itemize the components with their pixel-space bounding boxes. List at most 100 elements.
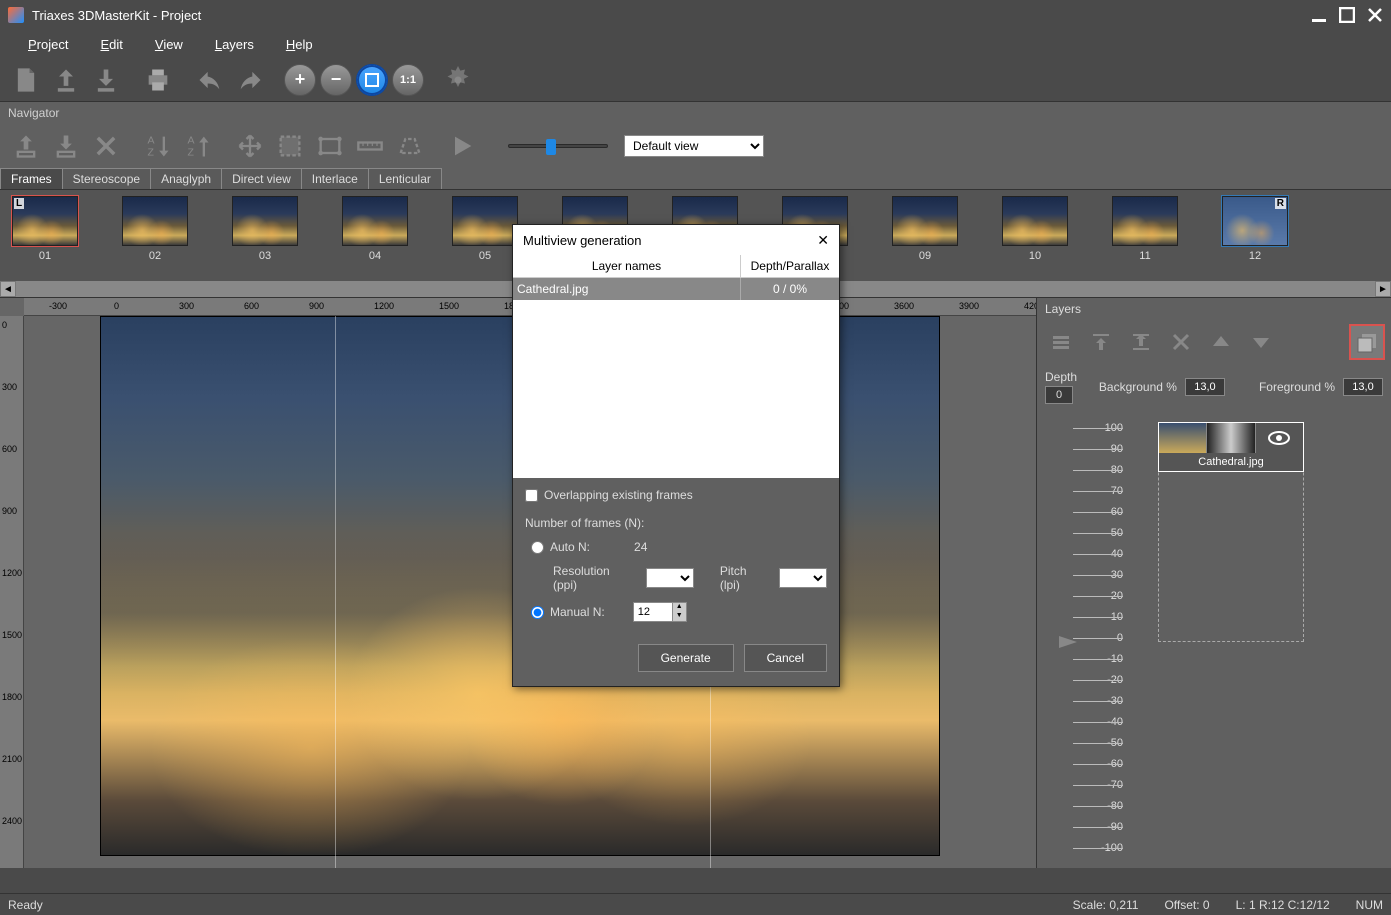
foreground-label: Foreground % (1259, 380, 1335, 394)
window-controls (1311, 7, 1383, 23)
frame-thumb[interactable]: 11 (1112, 196, 1178, 262)
depth-scale[interactable]: 1009080706050403020100-10-20-30-40-50-60… (1045, 422, 1115, 860)
thumb-label: 01 (39, 250, 51, 262)
play-button[interactable] (444, 128, 480, 164)
frame-thumb[interactable]: L01 (12, 196, 78, 262)
move-button[interactable] (232, 128, 268, 164)
status-ready: Ready (8, 898, 43, 912)
visibility-icon[interactable] (1256, 423, 1303, 453)
tab-direct-view[interactable]: Direct view (221, 168, 302, 189)
menu-edit[interactable]: Edit (84, 33, 138, 56)
thumb-label: 03 (259, 250, 271, 262)
layer-item[interactable]: Cathedral.jpg (1158, 422, 1304, 472)
manual-n-spinner[interactable]: ▲▼ (633, 602, 687, 622)
statusbar: Ready Scale: 0,211 Offset: 0 L: 1 R:12 C… (0, 893, 1391, 915)
frame-thumb[interactable]: 10 (1002, 196, 1068, 262)
close-button[interactable] (1367, 7, 1383, 23)
menu-project[interactable]: Project (12, 33, 84, 56)
perspective-button[interactable] (392, 128, 428, 164)
foreground-input[interactable] (1343, 378, 1383, 396)
undo-button[interactable] (192, 62, 228, 98)
scroll-right-button[interactable]: ► (1375, 281, 1391, 297)
dialog-table: Layer names Depth/Parallax Cathedral.jpg… (513, 255, 839, 478)
tab-lenticular[interactable]: Lenticular (368, 168, 442, 189)
scroll-left-button[interactable]: ◄ (0, 281, 16, 297)
menu-layers[interactable]: Layers (199, 33, 270, 56)
maximize-button[interactable] (1339, 7, 1355, 23)
export-down-button[interactable] (48, 128, 84, 164)
tab-frames[interactable]: Frames (0, 168, 63, 189)
generate-button[interactable]: Generate (638, 644, 734, 672)
manual-n-radio[interactable]: Manual N: (531, 605, 605, 619)
dialog-close-button[interactable]: ✕ (817, 232, 829, 249)
spin-up[interactable]: ▲ (673, 603, 686, 612)
frame-thumb[interactable]: 02 (122, 196, 188, 262)
table-row[interactable]: Cathedral.jpg 0 / 0% (513, 278, 839, 300)
svg-text:Z: Z (188, 146, 195, 158)
guide-line (335, 316, 336, 868)
layer-bottom-button[interactable] (1123, 324, 1159, 360)
dialog-titlebar[interactable]: Multiview generation ✕ (513, 225, 839, 255)
frame-thumb[interactable]: R12 (1222, 196, 1288, 262)
layer-down-button[interactable] (1243, 324, 1279, 360)
layer-stack-button[interactable] (1349, 324, 1385, 360)
sort-asc-button[interactable]: AZ (140, 128, 176, 164)
background-input[interactable] (1185, 378, 1225, 396)
multiview-dialog: Multiview generation ✕ Layer names Depth… (512, 224, 840, 687)
layer-delete-button[interactable] (1163, 324, 1199, 360)
spin-down[interactable]: ▼ (673, 612, 686, 621)
zoom-in-button[interactable]: + (284, 64, 316, 96)
sort-desc-button[interactable]: AZ (180, 128, 216, 164)
frame-thumb[interactable]: 09 (892, 196, 958, 262)
zoom-out-button[interactable]: − (320, 64, 352, 96)
tab-stereoscope[interactable]: Stereoscope (62, 168, 151, 189)
settings-button[interactable] (440, 62, 476, 98)
frame-thumb[interactable]: 03 (232, 196, 298, 262)
thumb-label: 12 (1249, 250, 1261, 262)
auto-n-value: 24 (634, 540, 647, 554)
redo-button[interactable] (232, 62, 268, 98)
open-button[interactable] (48, 62, 84, 98)
slider-thumb[interactable] (546, 139, 556, 155)
svg-text:A: A (148, 135, 155, 147)
thumb-label: 09 (919, 250, 931, 262)
overlap-checkbox[interactable]: Overlapping existing frames (525, 488, 827, 502)
layer-up-button[interactable] (1203, 324, 1239, 360)
layer-top-button[interactable] (1083, 324, 1119, 360)
pitch-select[interactable] (779, 568, 827, 588)
zoom-100-button[interactable]: 1:1 (392, 64, 424, 96)
fit-button[interactable] (356, 64, 388, 96)
view-select[interactable]: Default view (624, 135, 764, 157)
tabs: Frames Stereoscope Anaglyph Direct view … (0, 168, 1391, 190)
export-up-button[interactable] (8, 128, 44, 164)
ruler-button[interactable] (352, 128, 388, 164)
tab-anaglyph[interactable]: Anaglyph (150, 168, 222, 189)
resolution-select[interactable] (646, 568, 694, 588)
depth-label: Depth (1045, 370, 1077, 384)
transform-button[interactable] (312, 128, 348, 164)
menu-view[interactable]: View (139, 33, 199, 56)
delete-button[interactable] (88, 128, 124, 164)
menubar: Project Edit View Layers Help (0, 30, 1391, 58)
svg-text:A: A (188, 135, 195, 147)
frame-thumb[interactable]: 04 (342, 196, 408, 262)
thumb-label: 10 (1029, 250, 1041, 262)
frame-slider[interactable] (508, 144, 608, 148)
crop-button[interactable] (272, 128, 308, 164)
menu-help[interactable]: Help (270, 33, 329, 56)
status-offset: Offset: 0 (1164, 898, 1209, 912)
cancel-button[interactable]: Cancel (744, 644, 827, 672)
layer-name-label: Cathedral.jpg (1159, 453, 1303, 471)
new-button[interactable] (8, 62, 44, 98)
layer-align-button[interactable] (1043, 324, 1079, 360)
layers-toolbar (1037, 320, 1391, 364)
save-button[interactable] (88, 62, 124, 98)
status-num: NUM (1356, 898, 1383, 912)
frame-thumb[interactable]: 05 (452, 196, 518, 262)
depth-controls: Depth 0 Background % Foreground % (1037, 364, 1391, 414)
auto-n-radio[interactable]: Auto N: (531, 540, 590, 554)
print-button[interactable] (140, 62, 176, 98)
minimize-button[interactable] (1311, 7, 1327, 23)
tab-interlace[interactable]: Interlace (301, 168, 369, 189)
window-title: Triaxes 3DMasterKit - Project (32, 8, 201, 23)
